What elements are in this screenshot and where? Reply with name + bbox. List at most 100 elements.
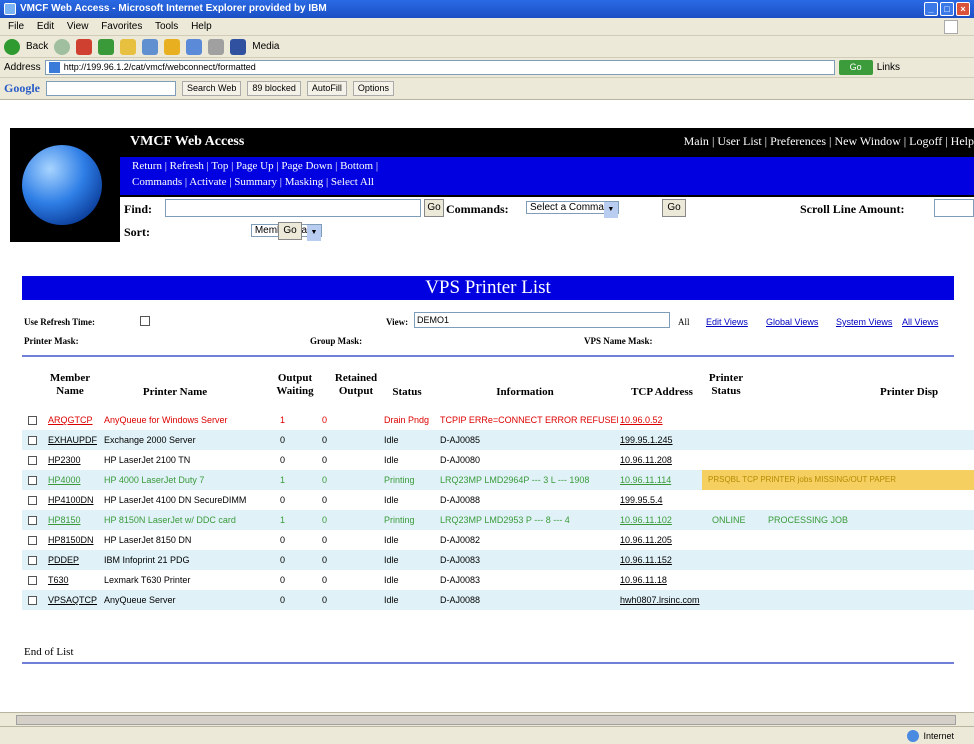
top-nav-logoff[interactable]: Logoff <box>909 134 942 148</box>
member-name-link[interactable]: HP8150DN <box>48 530 100 550</box>
address-input[interactable]: http://199.96.1.2/cat/vmcf/webconnect/fo… <box>44 60 835 75</box>
history-icon[interactable] <box>186 38 203 55</box>
mail-icon[interactable] <box>208 38 225 55</box>
nav-top[interactable]: Top <box>211 160 228 172</box>
scroll-line-input[interactable] <box>934 199 974 217</box>
tcp-address-link[interactable]: 10.96.11.152 <box>620 550 700 570</box>
table-row[interactable]: ARQGTCP AnyQueue for Windows Server 1 0 … <box>22 410 974 430</box>
member-name-link[interactable]: HP4000 <box>48 470 100 490</box>
google-logo[interactable]: Google <box>4 81 40 96</box>
row-checkbox[interactable] <box>28 476 37 485</box>
nav-summary[interactable]: Summary <box>234 176 277 188</box>
back-icon[interactable] <box>4 38 20 55</box>
row-checkbox[interactable] <box>28 456 37 465</box>
top-nav-user-list[interactable]: User List <box>717 134 761 148</box>
row-checkbox[interactable] <box>28 596 37 605</box>
table-row[interactable]: HP8150DN HP LaserJet 8150 DN 0 0 Idle D-… <box>22 530 974 550</box>
find-input[interactable] <box>165 199 421 217</box>
edit-views-link[interactable]: Edit Views <box>706 317 748 327</box>
forward-icon[interactable] <box>54 38 71 55</box>
top-nav-help[interactable]: Help <box>951 134 974 148</box>
table-row[interactable]: HP4000 HP 4000 LaserJet Duty 7 1 0 Print… <box>22 470 974 490</box>
commands-go-button[interactable]: Go <box>662 199 686 217</box>
table-row[interactable]: PDDEP IBM Infoprint 21 PDG 0 0 Idle D-AJ… <box>22 550 974 570</box>
tcp-address-link[interactable]: 10.96.11.18 <box>620 570 700 590</box>
links-label[interactable]: Links <box>877 62 900 73</box>
table-row[interactable]: T630 Lexmark T630 Printer 0 0 Idle D-AJ0… <box>22 570 974 590</box>
minimize-icon[interactable]: _ <box>924 2 938 16</box>
find-go-button[interactable]: Go <box>424 199 444 217</box>
top-nav-new-window[interactable]: New Window <box>834 134 900 148</box>
search-icon[interactable] <box>142 38 159 55</box>
nav-select-all[interactable]: Select All <box>331 176 374 188</box>
system-views-link[interactable]: System Views <box>836 317 892 327</box>
options-button[interactable]: Options <box>352 81 394 96</box>
nav-masking[interactable]: Masking <box>285 176 324 188</box>
popup-blocked-button[interactable]: 89 blocked <box>247 81 301 96</box>
member-name-link[interactable]: T630 <box>48 570 100 590</box>
member-name-link[interactable]: ARQGTCP <box>48 410 100 430</box>
media-label[interactable]: Media <box>252 41 279 52</box>
menu-file[interactable]: File <box>8 21 24 32</box>
nav-page-down[interactable]: Page Down <box>281 160 332 172</box>
nav-commands[interactable]: Commands <box>132 176 182 188</box>
google-search-input[interactable] <box>46 81 176 96</box>
member-name-link[interactable]: HP4100DN <box>48 490 100 510</box>
table-row[interactable]: HP4100DN HP LaserJet 4100 DN SecureDIMM … <box>22 490 974 510</box>
member-name-link[interactable]: HP2300 <box>48 450 100 470</box>
tcp-address-link[interactable]: 199.95.1.245 <box>620 430 700 450</box>
maximize-icon[interactable]: □ <box>940 2 954 16</box>
commands-select[interactable]: Select a Command ▼ <box>526 201 619 218</box>
member-name-link[interactable]: EXHAUPDF <box>48 430 100 450</box>
tcp-address-link[interactable]: hwh0807.lrsinc.com <box>620 590 710 610</box>
top-nav-preferences[interactable]: Preferences <box>770 134 826 148</box>
table-row[interactable]: EXHAUPDF Exchange 2000 Server 0 0 Idle D… <box>22 430 974 450</box>
menu-favorites[interactable]: Favorites <box>101 21 142 32</box>
media-icon[interactable] <box>230 38 247 55</box>
table-row[interactable]: HP8150 HP 8150N LaserJet w/ DDC card 1 0… <box>22 510 974 530</box>
row-checkbox[interactable] <box>28 516 37 525</box>
all-views-link[interactable]: All Views <box>902 317 938 327</box>
view-input[interactable]: DEMO1 <box>414 312 670 328</box>
menu-edit[interactable]: Edit <box>37 21 54 32</box>
favorites-icon[interactable] <box>164 38 181 55</box>
nav-refresh[interactable]: Refresh <box>170 160 204 172</box>
sort-go-button[interactable]: Go <box>278 222 302 240</box>
row-checkbox[interactable] <box>28 416 37 425</box>
tcp-address-link[interactable]: 10.96.11.208 <box>620 450 700 470</box>
nav-bottom[interactable]: Bottom <box>340 160 373 172</box>
scrollbar-thumb[interactable] <box>16 715 956 725</box>
member-name-link[interactable]: PDDEP <box>48 550 100 570</box>
tcp-address-link[interactable]: 10.96.11.102 <box>620 510 700 530</box>
row-checkbox[interactable] <box>28 436 37 445</box>
menu-view[interactable]: View <box>67 21 89 32</box>
member-name-link[interactable]: HP8150 <box>48 510 100 530</box>
use-refresh-checkbox[interactable] <box>140 316 150 326</box>
menu-help[interactable]: Help <box>191 21 212 32</box>
menu-tools[interactable]: Tools <box>155 21 178 32</box>
go-button[interactable]: Go <box>838 60 873 75</box>
row-checkbox[interactable] <box>28 536 37 545</box>
nav-page-up[interactable]: Page Up <box>236 160 274 172</box>
home-icon[interactable] <box>120 38 137 55</box>
nav-return[interactable]: Return <box>132 160 162 172</box>
refresh-icon[interactable] <box>98 38 115 55</box>
table-row[interactable]: HP2300 HP LaserJet 2100 TN 0 0 Idle D-AJ… <box>22 450 974 470</box>
autofill-button[interactable]: AutoFill <box>306 81 347 96</box>
top-nav-main[interactable]: Main <box>684 134 709 148</box>
global-views-link[interactable]: Global Views <box>766 317 818 327</box>
tcp-address-link[interactable]: 10.96.11.205 <box>620 530 700 550</box>
close-icon[interactable]: × <box>956 2 970 16</box>
member-name-link[interactable]: VPSAQTCP <box>48 590 100 610</box>
tcp-address-link[interactable]: 10.96.11.114 <box>620 470 700 490</box>
row-checkbox[interactable] <box>28 556 37 565</box>
row-checkbox[interactable] <box>28 496 37 505</box>
nav-activate[interactable]: Activate <box>189 176 226 188</box>
table-row[interactable]: VPSAQTCP AnyQueue Server 0 0 Idle D-AJ00… <box>22 590 974 610</box>
tcp-address-link[interactable]: 199.95.5.4 <box>620 490 700 510</box>
tcp-address-link[interactable]: 10.96.0.52 <box>620 410 700 430</box>
stop-icon[interactable] <box>76 38 93 55</box>
back-label[interactable]: Back <box>26 41 48 52</box>
horizontal-scrollbar[interactable] <box>0 712 974 726</box>
search-web-button[interactable]: Search Web <box>182 81 242 96</box>
